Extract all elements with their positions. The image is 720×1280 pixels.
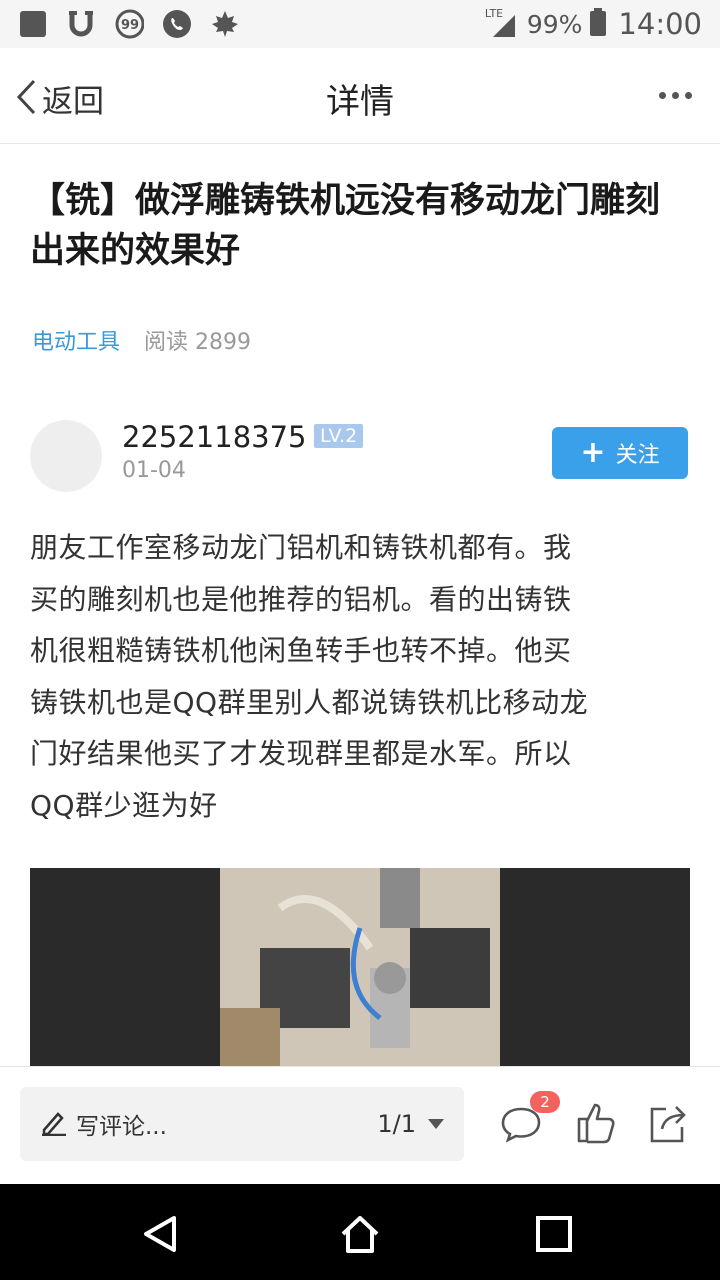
follow-button[interactable]: + 关注 [552, 427, 688, 479]
dropdown-arrow-icon [428, 1119, 444, 1129]
article-body: 朋友工作室移动龙门铝机和铸铁机都有。我 买的雕刻机也是他推荐的铝机。看的出铸铁 … [30, 522, 694, 831]
body-line: QQ群少逛为好 [30, 788, 218, 822]
comment-count-badge: 2 [530, 1091, 560, 1113]
phone-icon [162, 9, 192, 39]
body-line: 买的雕刻机也是他推荐的铝机。看的出铸铁 [30, 582, 572, 616]
nav-bar: 返回 详情 [0, 48, 720, 144]
page-indicator: 1/1 [377, 1110, 416, 1138]
99-icon: 99 [114, 9, 144, 39]
lte-signal-icon: LTE [485, 7, 519, 39]
read-count: 阅读 2899 [144, 330, 251, 355]
status-bar: 99 LTE 99% 14:00 [0, 0, 720, 48]
follow-label: 关注 [615, 443, 660, 468]
body-line: 机很粗糙铸铁机他闲鱼转手也转不掉。他买 [30, 634, 572, 667]
svg-text:99: 99 [121, 18, 139, 33]
system-nav-bar [0, 1184, 720, 1280]
body-line: 铸铁机也是QQ群里别人都说铸铁机比移动龙 [30, 685, 589, 719]
comment-placeholder: 写评论... [76, 1114, 167, 1140]
clock: 14:00 [618, 7, 702, 41]
u-icon [66, 9, 96, 39]
category-link[interactable]: 电动工具 [32, 324, 120, 356]
back-nav-icon[interactable] [140, 1214, 180, 1254]
article-meta: 电动工具 阅读 2899 [32, 324, 251, 356]
comment-input[interactable]: 写评论... 1/1 [20, 1087, 464, 1161]
leaf-icon [210, 9, 240, 39]
post-date: 01-04 [122, 458, 186, 483]
body-line: 门好结果他买了才发现群里都是水军。所以 [30, 737, 572, 770]
action-bar: 写评论... 1/1 2 [0, 1066, 720, 1184]
recents-nav-icon[interactable] [534, 1214, 574, 1254]
battery-percent: 99% [526, 9, 583, 39]
machine-photo [220, 868, 500, 1066]
article-image[interactable] [30, 868, 690, 1066]
article-title: 【铣】做浮雕铸铁机远没有移动龙门雕刻出来的效果好 [30, 181, 661, 271]
battery-icon [590, 8, 607, 40]
page-selector[interactable]: 1/1 [377, 1110, 444, 1138]
share-icon[interactable] [646, 1103, 688, 1145]
pencil-icon [40, 1108, 68, 1140]
body-line: 朋友工作室移动龙门铝机和铸铁机都有。我 [30, 531, 572, 564]
like-icon[interactable] [575, 1101, 617, 1144]
plus-icon: + [580, 435, 606, 470]
app-square-icon [18, 9, 48, 39]
home-nav-icon[interactable] [340, 1214, 380, 1254]
author-row: 2252118375 LV.2 01-04 + 关注 [30, 420, 690, 500]
avatar[interactable] [30, 420, 102, 492]
more-options-icon[interactable] [659, 92, 692, 99]
author-name[interactable]: 2252118375 [122, 420, 307, 454]
level-badge: LV.2 [314, 424, 364, 448]
page-title: 详情 [326, 82, 394, 122]
